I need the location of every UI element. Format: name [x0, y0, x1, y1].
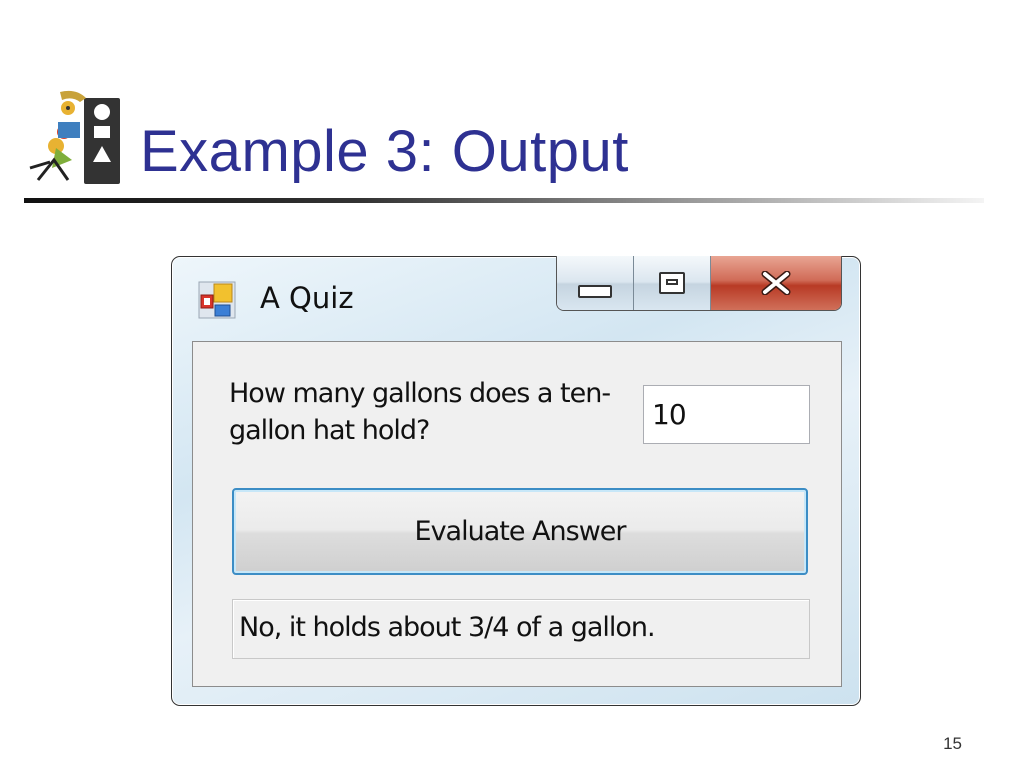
slide-title: Example 3: Output	[140, 119, 629, 184]
window-title: A Quiz	[260, 281, 354, 315]
slide-number: 15	[943, 734, 962, 753]
close-button[interactable]	[711, 256, 841, 310]
caption-buttons	[556, 256, 842, 311]
answer-input[interactable]	[643, 385, 810, 444]
form-client-area: How many gallons does a ten-gallon hat h…	[192, 341, 842, 687]
title-divider	[24, 198, 984, 203]
question-label: How many gallons does a ten-gallon hat h…	[229, 378, 611, 446]
presentation-logo-icon	[29, 90, 120, 184]
app-form-icon	[198, 281, 236, 319]
maximize-button[interactable]	[634, 256, 711, 310]
result-label: No, it holds about 3/4 of a gallon.	[232, 599, 810, 659]
evaluate-answer-button[interactable]: Evaluate Answer	[232, 488, 808, 575]
close-icon	[761, 271, 791, 295]
minimize-button[interactable]	[557, 256, 634, 310]
minimize-icon	[578, 284, 612, 298]
quiz-window: A Quiz How many gallons does a ten-gallo…	[171, 256, 861, 706]
maximize-icon	[659, 272, 685, 294]
